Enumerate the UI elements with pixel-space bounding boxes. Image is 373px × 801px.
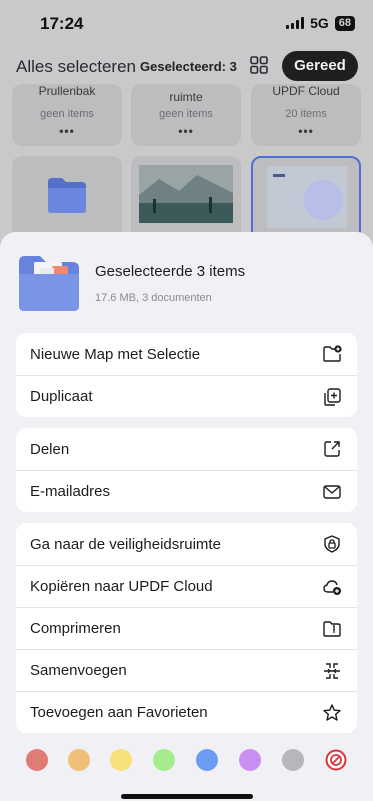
color-tag-orange[interactable] [68, 749, 90, 771]
tile-sub: geen items [159, 108, 213, 120]
duplicate-icon [321, 386, 343, 408]
action-group-more: Ga naar de veiligheidsruimte Kopiëren na… [16, 523, 357, 733]
new-folder-with-selection-row[interactable]: Nieuwe Map met Selectie [16, 333, 357, 375]
network-label: 5G [310, 15, 329, 31]
merge-row[interactable]: Samenvoegen [16, 649, 357, 691]
folder-plus-icon [321, 343, 343, 365]
home-indicator [121, 794, 253, 799]
row-label: Nieuwe Map met Selectie [30, 345, 201, 363]
tile-more-icon[interactable]: ••• [251, 124, 361, 138]
share-icon [321, 438, 343, 460]
row-label: Kopiëren naar UPDF Cloud [30, 578, 213, 595]
tile-sub: geen items [40, 108, 94, 120]
merge-icon [321, 660, 343, 682]
color-tags [0, 749, 373, 773]
done-button[interactable]: Gereed [282, 51, 358, 81]
compress-icon [321, 618, 343, 640]
color-tag-green[interactable] [153, 749, 175, 771]
tile-safe[interactable]: ruimte geen items ••• [131, 84, 241, 146]
tile-name: Prullenbak [38, 84, 96, 98]
tile-name: UPDF Cloud [272, 84, 340, 98]
color-tag-gray[interactable] [282, 749, 304, 771]
duplicate-row[interactable]: Duplicaat [16, 375, 357, 417]
status-bar: 17:24 5G 68 [0, 0, 373, 48]
folder-icon [48, 178, 86, 213]
row-label: Toevoegen aan Favorieten [30, 704, 208, 721]
tile-trash[interactable]: Prullenbak geen items ••• [12, 84, 122, 146]
action-group-create: Nieuwe Map met Selectie Duplicaat [16, 333, 357, 417]
select-all-button[interactable]: Alles selecteren [16, 57, 136, 77]
copy-to-cloud-row[interactable]: Kopiëren naar UPDF Cloud [16, 565, 357, 607]
color-tag-red[interactable] [26, 749, 48, 771]
selection-folder-icon [19, 256, 79, 311]
row-label: Delen [30, 440, 70, 458]
compress-row[interactable]: Comprimeren [16, 607, 357, 649]
star-icon [321, 702, 343, 724]
tile-more-icon[interactable]: ••• [131, 124, 241, 138]
status-time: 17:24 [40, 14, 84, 33]
status-indicators: 5G 68 [286, 15, 355, 31]
action-group-share: Delen E-mailadres [16, 428, 357, 512]
lock-shield-icon [321, 533, 343, 555]
selected-count: Geselecteerd: 3 [140, 59, 237, 74]
row-label: Comprimeren [30, 620, 121, 637]
color-tag-purple[interactable] [239, 749, 261, 771]
color-tag-yellow[interactable] [110, 749, 132, 771]
tile-name: ruimte [169, 90, 203, 104]
sheet-meta: 17.6 MB, 3 documenten [95, 292, 212, 304]
tile-more-icon[interactable]: ••• [12, 124, 122, 138]
tile-cloud[interactable]: UPDF Cloud 20 items ••• [251, 84, 361, 146]
add-to-favorites-row[interactable]: Toevoegen aan Favorieten [16, 691, 357, 733]
battery-icon: 68 [334, 15, 355, 31]
image-thumbnail [139, 165, 233, 223]
go-to-safe-row[interactable]: Ga naar de veiligheidsruimte [16, 523, 357, 565]
sheet-title: Geselecteerde 3 items [95, 263, 246, 280]
no-color-icon[interactable] [325, 749, 347, 771]
color-tag-blue[interactable] [196, 749, 218, 771]
tile-sub: 20 items [285, 108, 327, 120]
signal-icon [286, 17, 305, 29]
row-label: Samenvoegen [30, 662, 127, 679]
document-thumbnail [267, 166, 347, 228]
mail-icon [321, 481, 343, 503]
row-label: E-mailadres [30, 483, 111, 500]
cloud-plus-icon [321, 576, 343, 598]
share-row[interactable]: Delen [16, 428, 357, 470]
email-row[interactable]: E-mailadres [16, 470, 357, 512]
row-label: Duplicaat [30, 388, 93, 405]
selection-toolbar: Alles selecteren Geselecteerd: 3 Gereed [0, 50, 373, 84]
grid-view-icon[interactable] [250, 56, 268, 74]
action-sheet: Geselecteerde 3 items 17.6 MB, 3 documen… [0, 232, 373, 801]
row-label: Ga naar de veiligheidsruimte [30, 535, 221, 553]
